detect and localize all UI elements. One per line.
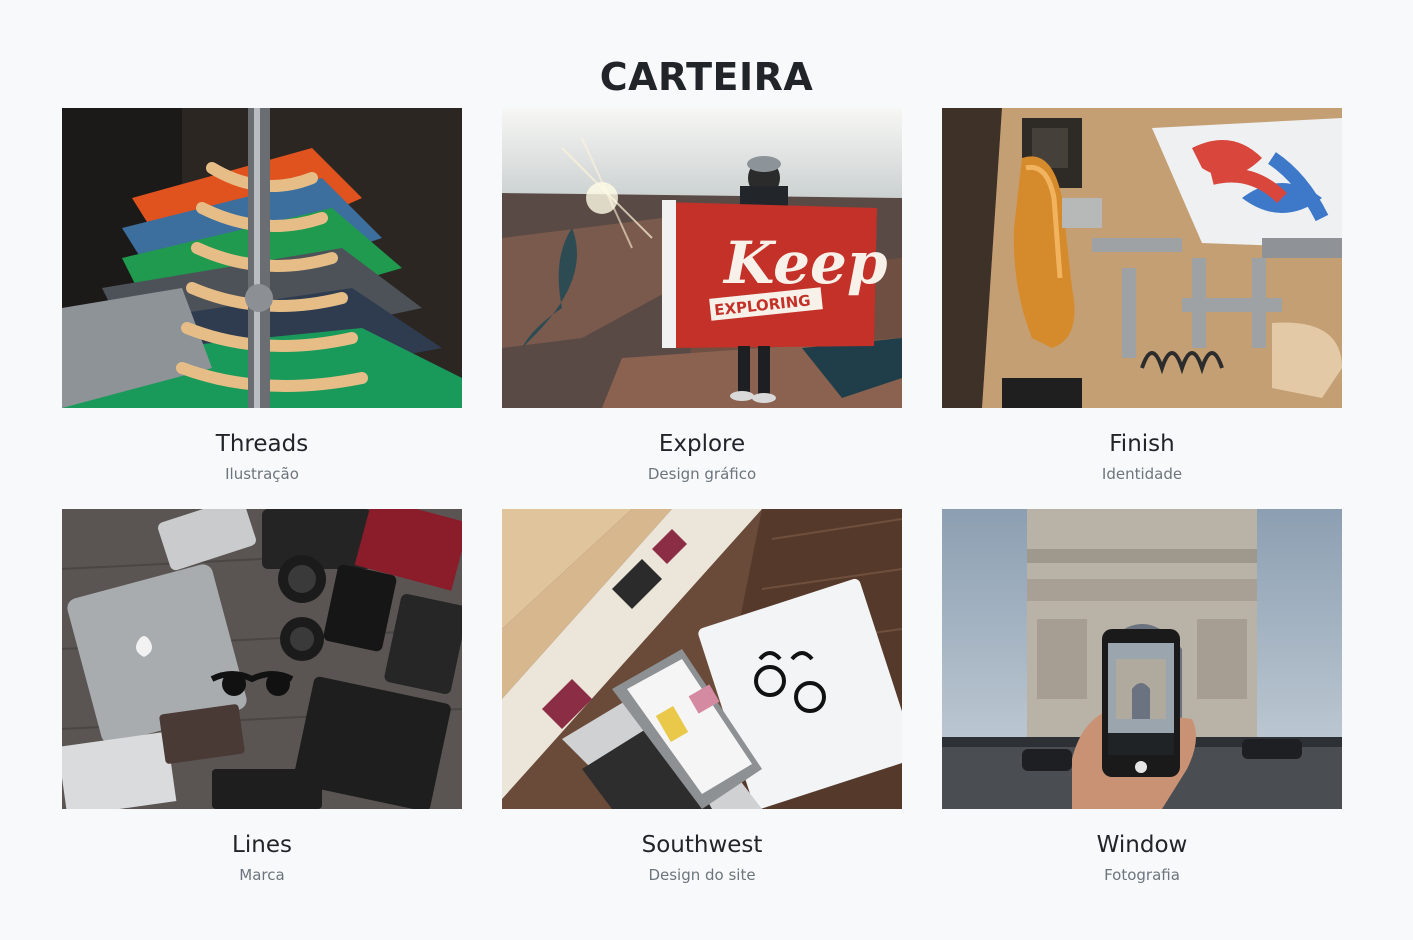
- portfolio-image-threads[interactable]: [62, 108, 462, 408]
- workshop-desk-image: [942, 108, 1342, 408]
- portfolio-item-category: Design do site: [648, 866, 756, 884]
- tech-gear-flatlay-image: [62, 509, 462, 809]
- portfolio-image-finish[interactable]: [942, 108, 1342, 408]
- portfolio-item-title: Window: [1096, 832, 1188, 858]
- portfolio-item-lines[interactable]: Lines Marca: [62, 509, 462, 910]
- flag-keep-text: Keep: [722, 229, 888, 297]
- portfolio-item-title: Explore: [658, 431, 746, 457]
- portfolio-item-category: Marca: [239, 866, 285, 884]
- portfolio-grid: Threads Ilustração Keep EXPLORING Explor…: [62, 108, 1342, 910]
- keep-exploring-flag-image: Keep EXPLORING: [502, 108, 902, 408]
- portfolio-item-southwest[interactable]: Southwest Design do site: [502, 509, 902, 910]
- portfolio-item-threads[interactable]: Threads Ilustração: [62, 108, 462, 509]
- portfolio-section: CARTEIRA Threads Ilustração Keep EXPLORI…: [0, 0, 1413, 940]
- portfolio-item-category: Ilustração: [225, 465, 299, 483]
- portfolio-image-window[interactable]: [942, 509, 1342, 809]
- portfolio-item-finish[interactable]: Finish Identidade: [942, 108, 1342, 509]
- portfolio-item-category: Design gráfico: [647, 465, 757, 483]
- portfolio-item-category: Fotografia: [1104, 866, 1180, 884]
- laptop-notebook-desk-image: [502, 509, 902, 809]
- portfolio-item-title: Finish: [1109, 431, 1175, 457]
- portfolio-item-title: Southwest: [641, 832, 763, 858]
- portfolio-item-window[interactable]: Window Fotografia: [942, 509, 1342, 910]
- arc-de-triomphe-phone-image: [942, 509, 1342, 809]
- portfolio-item-title: Threads: [215, 431, 309, 457]
- clothes-rack-image: [62, 108, 462, 408]
- portfolio-image-southwest[interactable]: [502, 509, 902, 809]
- portfolio-image-explore[interactable]: Keep EXPLORING: [502, 108, 902, 408]
- portfolio-item-explore[interactable]: Keep EXPLORING Explore Design gráfico: [502, 108, 902, 509]
- portfolio-item-category: Identidade: [1101, 465, 1183, 483]
- portfolio-item-title: Lines: [232, 832, 292, 858]
- section-title: CARTEIRA: [599, 55, 814, 99]
- portfolio-image-lines[interactable]: [62, 509, 462, 809]
